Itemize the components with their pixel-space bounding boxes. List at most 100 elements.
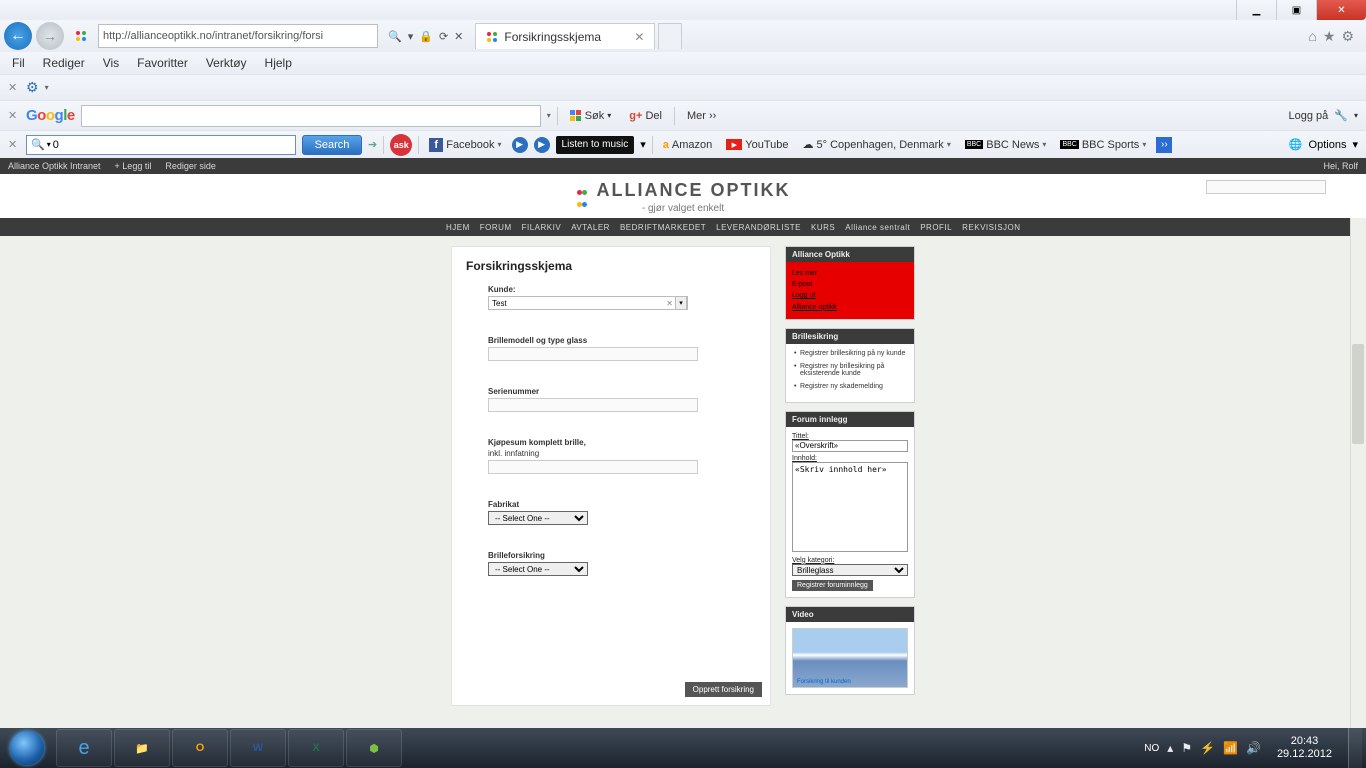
listen-dd-icon[interactable]: ▾ bbox=[640, 138, 646, 151]
start-button[interactable] bbox=[0, 728, 54, 768]
refresh-button[interactable]: ⟳ bbox=[437, 30, 450, 43]
new-tab-button[interactable] bbox=[658, 23, 682, 49]
bbcnews-button[interactable]: BBC BBC News▾ bbox=[961, 135, 1051, 155]
google-login-link[interactable]: Logg på bbox=[1289, 110, 1329, 122]
search-dd-icon[interactable]: ▾ bbox=[406, 30, 416, 43]
facebook-button[interactable]: f Facebook▾ bbox=[425, 135, 505, 155]
youtube-button[interactable]: ▶ YouTube bbox=[722, 135, 792, 155]
window-close-button[interactable]: ✕ bbox=[1316, 0, 1366, 20]
ask-options-dd-icon[interactable]: ▾ bbox=[1352, 138, 1358, 151]
scrollbar-thumb[interactable] bbox=[1352, 344, 1364, 444]
ask-search-input[interactable]: 🔍 ▾ 0 bbox=[26, 135, 296, 155]
address-bar[interactable]: http://allianceoptikk.no/intranet/forsik… bbox=[98, 24, 378, 48]
tray-flag-icon[interactable]: ⚑ bbox=[1181, 741, 1192, 755]
forward-button[interactable]: → bbox=[36, 22, 64, 50]
bbcsports-button[interactable]: BBC BBC Sports▾ bbox=[1056, 135, 1150, 155]
red-link-epost[interactable]: E-post bbox=[792, 279, 908, 290]
menu-rediger[interactable]: Rediger bbox=[43, 56, 85, 70]
taskbar-ie-button[interactable]: e bbox=[56, 729, 112, 767]
stop-button[interactable]: ✕ bbox=[452, 30, 465, 43]
nav-avtaler[interactable]: AVTALER bbox=[571, 223, 610, 232]
intranet-title[interactable]: Alliance Optikk Intranet bbox=[8, 161, 101, 171]
red-link-lesmer[interactable]: Les mer bbox=[792, 268, 908, 279]
site-search-input[interactable] bbox=[1206, 180, 1326, 194]
video-thumbnail[interactable]: Forsikring til kunden bbox=[792, 628, 908, 688]
ask-search-button[interactable]: Search bbox=[302, 135, 362, 155]
brilleforsikring-select[interactable]: -- Select One -- bbox=[488, 562, 588, 576]
google-wrench-icon[interactable]: 🔧 bbox=[1334, 109, 1348, 122]
tray-power-icon[interactable]: ⚡ bbox=[1200, 741, 1215, 755]
browser-tab-active[interactable]: Forsikringsskjema ✕ bbox=[475, 23, 655, 49]
red-link-alliance[interactable]: Alliance optikk bbox=[792, 302, 908, 313]
toolbar1-swirl-icon[interactable]: ⚙ bbox=[26, 79, 39, 96]
nav-hjem[interactable]: HJEM bbox=[446, 223, 470, 232]
google-sok-button[interactable]: Søk▾ bbox=[564, 105, 618, 127]
red-link-loggut[interactable]: Logg ut bbox=[792, 290, 908, 301]
ask-options-button[interactable]: Options bbox=[1309, 139, 1347, 151]
media-prev-icon[interactable]: ▶ bbox=[512, 137, 528, 153]
tab-close-icon[interactable]: ✕ bbox=[634, 30, 644, 44]
favorites-icon[interactable]: ★ bbox=[1323, 28, 1336, 45]
show-desktop-button[interactable] bbox=[1348, 728, 1362, 768]
forum-tittel-input[interactable] bbox=[792, 440, 908, 452]
taskbar-app-button[interactable]: ⬢ bbox=[346, 729, 402, 767]
window-minimize-button[interactable]: ▁ bbox=[1236, 0, 1276, 20]
taskbar-explorer-button[interactable]: 📁 bbox=[114, 729, 170, 767]
tray-network-icon[interactable]: 📶 bbox=[1223, 741, 1238, 755]
weather-button[interactable]: ☁ 5° Copenhagen, Denmark▾ bbox=[799, 135, 955, 155]
tray-lang[interactable]: NO bbox=[1144, 743, 1159, 754]
google-search-input[interactable] bbox=[81, 105, 541, 127]
google-del-button[interactable]: g+ Del bbox=[623, 105, 668, 127]
brillesikring-link-1[interactable]: Registrer brillesikring på ny kunde bbox=[794, 350, 906, 357]
kunde-clear-icon[interactable]: ✕ bbox=[666, 299, 673, 308]
ask-logo-icon[interactable]: ask bbox=[390, 134, 412, 156]
menu-verktoy[interactable]: Verktøy bbox=[206, 56, 247, 70]
back-button[interactable]: ← bbox=[4, 22, 32, 50]
taskbar-outlook-button[interactable]: O bbox=[172, 729, 228, 767]
kunde-select[interactable]: Test ✕ ▾ bbox=[488, 296, 688, 310]
kjopesum-input[interactable] bbox=[488, 460, 698, 474]
intranet-edit-link[interactable]: Rediger side bbox=[165, 161, 216, 171]
google-mer-button[interactable]: Mer ›› bbox=[681, 105, 722, 127]
nav-kurs[interactable]: KURS bbox=[811, 223, 835, 232]
serienummer-input[interactable] bbox=[488, 398, 698, 412]
listen-to-music-button[interactable]: Listen to music bbox=[556, 136, 635, 154]
forum-kategori-select[interactable]: Brilleglass bbox=[792, 564, 908, 576]
tools-icon[interactable]: ⚙ bbox=[1341, 28, 1354, 45]
toolbar1-close-icon[interactable]: ✕ bbox=[8, 81, 20, 94]
nav-leverandor[interactable]: LEVERANDØRLISTE bbox=[716, 223, 801, 232]
opprett-forsikring-button[interactable]: Opprett forsikring bbox=[685, 682, 762, 697]
intranet-user[interactable]: Hei, Rolf bbox=[1323, 161, 1358, 171]
tray-speaker-icon[interactable]: 🔊 bbox=[1246, 741, 1261, 755]
menu-vis[interactable]: Vis bbox=[103, 56, 119, 70]
taskbar-excel-button[interactable]: X bbox=[288, 729, 344, 767]
tray-clock[interactable]: 20:43 29.12.2012 bbox=[1269, 735, 1340, 761]
google-wrench-dd-icon[interactable]: ▾ bbox=[1354, 111, 1358, 120]
nav-filarkiv[interactable]: FILARKIV bbox=[522, 223, 562, 232]
menu-fil[interactable]: Fil bbox=[12, 56, 25, 70]
page-scrollbar[interactable] bbox=[1350, 174, 1366, 728]
forum-innhold-textarea[interactable]: «Skriv innhold her» bbox=[792, 462, 908, 552]
tray-up-icon[interactable]: ▴ bbox=[1167, 741, 1173, 755]
nav-sentralt[interactable]: Alliance sentralt bbox=[845, 223, 910, 232]
window-maximize-button[interactable]: ▣ bbox=[1276, 0, 1316, 20]
brillesikring-link-2[interactable]: Registrer ny brillesikring på eksisteren… bbox=[794, 363, 906, 377]
media-next-icon[interactable]: ▶ bbox=[534, 137, 550, 153]
google-toolbar-close-icon[interactable]: ✕ bbox=[8, 109, 20, 122]
brillemodell-input[interactable] bbox=[488, 347, 698, 361]
ask-more-button[interactable]: ›› bbox=[1156, 137, 1172, 153]
nav-forum[interactable]: FORUM bbox=[480, 223, 512, 232]
nav-bedrift[interactable]: BEDRIFTMARKEDET bbox=[620, 223, 706, 232]
toolbar1-dd-icon[interactable]: ▾ bbox=[45, 83, 49, 92]
kunde-dropdown-icon[interactable]: ▾ bbox=[675, 296, 687, 310]
search-dropdown-icon[interactable]: 🔍 bbox=[386, 30, 404, 43]
forum-register-button[interactable]: Registrer foruminnlegg bbox=[792, 580, 873, 591]
nav-rekvisisjon[interactable]: REKVISISJON bbox=[962, 223, 1020, 232]
taskbar-word-button[interactable]: W bbox=[230, 729, 286, 767]
nav-profil[interactable]: PROFIL bbox=[920, 223, 952, 232]
ask-nav-icon[interactable]: ➔ bbox=[368, 138, 377, 151]
brillesikring-link-3[interactable]: Registrer ny skademelding bbox=[794, 383, 906, 390]
ask-toolbar-close-icon[interactable]: ✕ bbox=[8, 138, 20, 151]
amazon-button[interactable]: a Amazon bbox=[659, 135, 716, 155]
home-icon[interactable]: ⌂ bbox=[1308, 28, 1316, 45]
